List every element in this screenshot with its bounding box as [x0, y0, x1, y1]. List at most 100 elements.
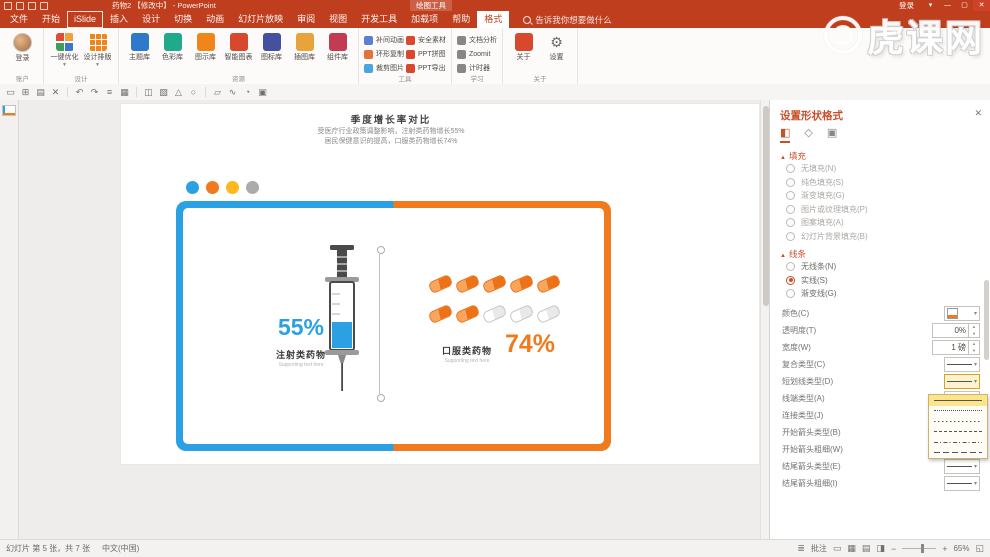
fill-line-tab-icon[interactable]: ◧	[780, 126, 791, 143]
solid-line-option[interactable]: 实线(S)	[770, 274, 990, 288]
effects-tab-icon[interactable]: ◇	[804, 126, 812, 143]
slide-sorter-icon[interactable]: ▦	[847, 543, 856, 554]
zoom-slider[interactable]	[902, 544, 937, 553]
undo-icon[interactable]	[16, 2, 24, 10]
oral-percent[interactable]: 74%	[505, 330, 555, 359]
injection-support-text[interactable]: Supporting text here	[255, 362, 347, 368]
dot-amber[interactable]	[226, 181, 239, 194]
radio-icon[interactable]	[786, 262, 795, 272]
normal-view-icon[interactable]: ▭	[833, 543, 842, 554]
settings-button[interactable]: ⚙ 设置	[541, 31, 572, 62]
ring-copy-button[interactable]: 环形复制	[364, 48, 404, 60]
injection-percent[interactable]: 55%	[255, 314, 347, 341]
zoom-in-icon[interactable]: +	[942, 544, 947, 554]
ppt-puzzle-button[interactable]: PPT拼图	[406, 48, 446, 60]
radio-selected-icon[interactable]	[786, 275, 795, 285]
size-properties-tab-icon[interactable]: ▣	[827, 126, 837, 143]
vertical-divider[interactable]	[376, 246, 385, 402]
slide-subtitle-line1[interactable]: 受医疗行业政策调整影响，注射类药物增长55%	[121, 126, 661, 136]
tab-file[interactable]: 文件	[3, 11, 35, 28]
spin-down-icon[interactable]: ▼	[969, 348, 979, 355]
tab-design[interactable]: 设计	[135, 11, 167, 28]
toolbar-icon[interactable]: ▭	[5, 85, 16, 100]
radio-icon[interactable]	[786, 191, 795, 201]
capsule-row-bottom[interactable]	[427, 303, 562, 325]
tab-insert[interactable]: 插入	[103, 11, 135, 28]
fill-section-header[interactable]: ▲ 填充	[780, 150, 806, 162]
panel-scrollbar-thumb[interactable]	[984, 280, 989, 360]
end-arrow-size-dropdown[interactable]: ▾	[944, 476, 980, 491]
capsule-icon[interactable]	[427, 273, 454, 295]
account-button[interactable]: 登录	[7, 31, 38, 63]
capsule-icon[interactable]	[481, 303, 508, 325]
transparency-spinner[interactable]: 0% ▲ ▼	[932, 323, 980, 338]
toolbar-icon[interactable]: ▤	[35, 85, 46, 100]
compound-type-dropdown[interactable]: ▾	[944, 357, 980, 372]
capsule-icon[interactable]	[508, 303, 535, 325]
dash-style-option[interactable]	[929, 395, 987, 406]
theme-library-button[interactable]: 主题库	[124, 31, 155, 62]
dash-style-option[interactable]	[929, 448, 987, 459]
radio-icon[interactable]	[786, 204, 795, 214]
smart-chart-button[interactable]: 智能图表	[223, 31, 254, 62]
dot-gray[interactable]	[246, 181, 259, 194]
toolbar-icon[interactable]: ✕	[50, 85, 61, 100]
toolbar-icon[interactable]: ◔	[242, 85, 253, 100]
picture-fill-option[interactable]: 图片或纹理填充(P)	[770, 203, 990, 217]
no-fill-option[interactable]: 无填充(N)	[770, 162, 990, 176]
toolbar-icon[interactable]: ≡	[104, 85, 115, 100]
radio-icon[interactable]	[786, 231, 795, 241]
capsule-icon[interactable]	[535, 273, 562, 295]
pattern-fill-option[interactable]: 图案填充(A)	[770, 216, 990, 230]
tell-me-search[interactable]: 告诉我你想要做什么	[523, 11, 612, 28]
tab-help[interactable]: 帮助	[445, 11, 477, 28]
radio-icon[interactable]	[786, 218, 795, 228]
zoom-percent[interactable]: 65%	[953, 544, 969, 553]
scrollbar-thumb[interactable]	[762, 106, 769, 306]
two-tone-frame[interactable]: 55% 注射类药物 Supporting text here 口服类药物 Sup…	[176, 201, 611, 451]
tab-islide[interactable]: iSlide	[67, 11, 103, 28]
slide-title[interactable]: 季度增长率对比	[121, 112, 661, 126]
oral-support-text[interactable]: Supporting text here	[423, 358, 511, 364]
zoom-out-icon[interactable]: −	[891, 544, 896, 554]
dash-type-dropdown[interactable]: ▾	[944, 374, 980, 389]
line-color-button[interactable]: ▾	[944, 306, 980, 321]
redo-icon[interactable]: ↷	[89, 85, 100, 100]
one-key-optimize-button[interactable]: 一键优化 ▼	[49, 31, 80, 68]
icon-library-button[interactable]: 图标库	[256, 31, 287, 62]
ribbon-options-icon[interactable]: ▾	[922, 0, 939, 11]
dash-style-option[interactable]	[929, 406, 987, 417]
slide-thumbnail[interactable]	[2, 105, 16, 116]
design-layout-button[interactable]: 设计排版 ▼	[82, 31, 113, 68]
toolbar-icon[interactable]: ▦	[119, 85, 130, 100]
save-icon[interactable]	[4, 2, 12, 10]
diagram-library-button[interactable]: 图示库	[190, 31, 221, 62]
toolbar-icon[interactable]: ⊞	[20, 85, 31, 100]
dot-blue[interactable]	[186, 181, 199, 194]
end-arrow-type-dropdown[interactable]: ▾	[944, 459, 980, 474]
reading-view-icon[interactable]: ▤	[862, 543, 871, 554]
injection-label[interactable]: 注射类药物	[255, 348, 347, 361]
background-fill-option[interactable]: 幻灯片背景填充(B)	[770, 230, 990, 244]
component-library-button[interactable]: 组件库	[322, 31, 353, 62]
toolbar-icon[interactable]: ○	[188, 85, 199, 100]
zoom-slider-thumb[interactable]	[920, 544, 924, 553]
dash-style-option[interactable]	[929, 427, 987, 438]
toolbar-icon[interactable]: ▱	[212, 85, 223, 100]
tab-animations[interactable]: 动画	[199, 11, 231, 28]
radio-icon[interactable]	[786, 177, 795, 187]
solid-fill-option[interactable]: 纯色填充(S)	[770, 176, 990, 190]
slideshow-view-icon[interactable]: ◨	[876, 543, 885, 554]
dot-orange[interactable]	[206, 181, 219, 194]
toolbar-icon[interactable]: ▧	[158, 85, 169, 100]
capsule-icon[interactable]	[427, 303, 454, 325]
language-indicator[interactable]: 中文(中国)	[102, 543, 139, 554]
capsule-row-top[interactable]	[427, 273, 562, 295]
toolbar-icon[interactable]: ∿	[227, 85, 238, 100]
maximize-icon[interactable]: ▢	[956, 0, 973, 11]
slide[interactable]: 季度增长率对比 受医疗行业政策调整影响，注射类药物增长55% 居民保健意识的提高…	[120, 103, 760, 465]
color-library-button[interactable]: 色彩库	[157, 31, 188, 62]
fit-to-window-icon[interactable]: ◱	[975, 543, 984, 554]
about-button[interactable]: 关于	[508, 31, 539, 62]
line-section-header[interactable]: ▲ 线条	[780, 248, 806, 260]
